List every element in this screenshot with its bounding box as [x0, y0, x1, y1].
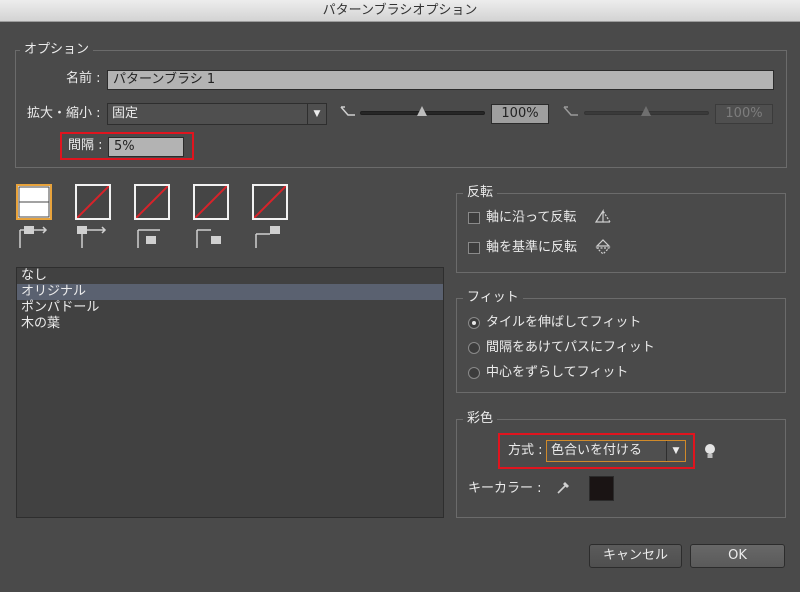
- name-field[interactable]: パターンブラシ 1: [107, 70, 774, 90]
- method-label: 方式 :: [508, 443, 543, 458]
- spacing-label: 間隔 :: [68, 138, 103, 153]
- list-item[interactable]: なし: [17, 268, 443, 284]
- name-label: 名前 :: [66, 71, 101, 86]
- end-tile-icon: [255, 226, 280, 248]
- flip-group: [456, 193, 786, 273]
- fit-approximate-label[interactable]: 中心をずらしてフィット: [486, 363, 628, 383]
- scale-max-slider-thumb: [641, 106, 651, 116]
- fit-add-space-radio[interactable]: [468, 342, 480, 354]
- flip-across-icon: [595, 239, 611, 255]
- colorization-legend: 彩色: [463, 411, 498, 427]
- none-slash-icon: [77, 186, 109, 218]
- scale-select[interactable]: 固定 ▼: [107, 103, 327, 125]
- window-title: パターンブラシオプション: [0, 0, 800, 22]
- list-item[interactable]: ポンパドール: [17, 300, 443, 316]
- inner-corner-tile-icon: [137, 229, 160, 248]
- method-select-value: 色合いを付ける: [551, 443, 643, 458]
- scale-min-slider-thumb[interactable]: [417, 106, 427, 116]
- start-tile-swatch[interactable]: [193, 184, 229, 220]
- none-slash-icon: [195, 186, 227, 218]
- cancel-button[interactable]: キャンセル: [589, 544, 682, 568]
- key-color-swatch[interactable]: [589, 476, 614, 501]
- end-tile-swatch[interactable]: [252, 184, 288, 220]
- flip-across-label[interactable]: 軸を基準に反転: [486, 238, 577, 258]
- spacing-field[interactable]: 5%: [108, 137, 184, 157]
- list-item[interactable]: オリジナル: [17, 284, 443, 300]
- scale-select-value: 固定: [112, 106, 139, 121]
- key-color-label: キーカラー :: [468, 481, 542, 496]
- fit-approximate-radio[interactable]: [468, 367, 480, 379]
- side-tile-swatch[interactable]: [16, 184, 52, 220]
- side-tile-icon: [19, 226, 48, 248]
- outer-corner-tile-icon: [77, 226, 107, 248]
- flip-along-checkbox[interactable]: [468, 212, 480, 224]
- scale-max-value: 100%: [715, 104, 773, 124]
- fit-stretch-radio[interactable]: [468, 317, 480, 329]
- pen-pressure-icon[interactable]: [340, 105, 356, 119]
- flip-along-label[interactable]: 軸に沿って反転: [486, 208, 576, 228]
- fit-add-space-label[interactable]: 間隔をあけてパスにフィット: [486, 338, 655, 358]
- fit-stretch-label[interactable]: タイルを伸ばしてフィット: [486, 313, 641, 333]
- outer-corner-tile-swatch[interactable]: [75, 184, 111, 220]
- fit-legend: フィット: [463, 290, 523, 306]
- inner-corner-tile-swatch[interactable]: [134, 184, 170, 220]
- method-select[interactable]: 色合いを付ける ▼: [546, 440, 686, 462]
- chevron-down-icon: ▼: [307, 104, 326, 124]
- ok-button[interactable]: OK: [690, 544, 785, 568]
- list-item[interactable]: 木の葉: [17, 316, 443, 332]
- start-tile-icon: [196, 229, 221, 248]
- chevron-down-icon: ▼: [666, 441, 685, 461]
- scale-label: 拡大・縮小 :: [27, 106, 101, 121]
- pattern-list[interactable]: なし オリジナル ポンパドール 木の葉: [16, 267, 444, 518]
- side-tile-preview: [18, 186, 50, 218]
- lightbulb-icon[interactable]: [703, 443, 717, 461]
- flip-across-checkbox[interactable]: [468, 242, 480, 254]
- none-slash-icon: [136, 186, 168, 218]
- eyedropper-icon[interactable]: [556, 479, 572, 495]
- options-legend: オプション: [20, 42, 94, 58]
- flip-legend: 反転: [463, 185, 498, 201]
- none-slash-icon: [254, 186, 286, 218]
- flip-along-icon: [594, 208, 611, 223]
- pen-pressure-icon-disabled: [563, 106, 578, 116]
- scale-min-value[interactable]: 100%: [491, 104, 549, 124]
